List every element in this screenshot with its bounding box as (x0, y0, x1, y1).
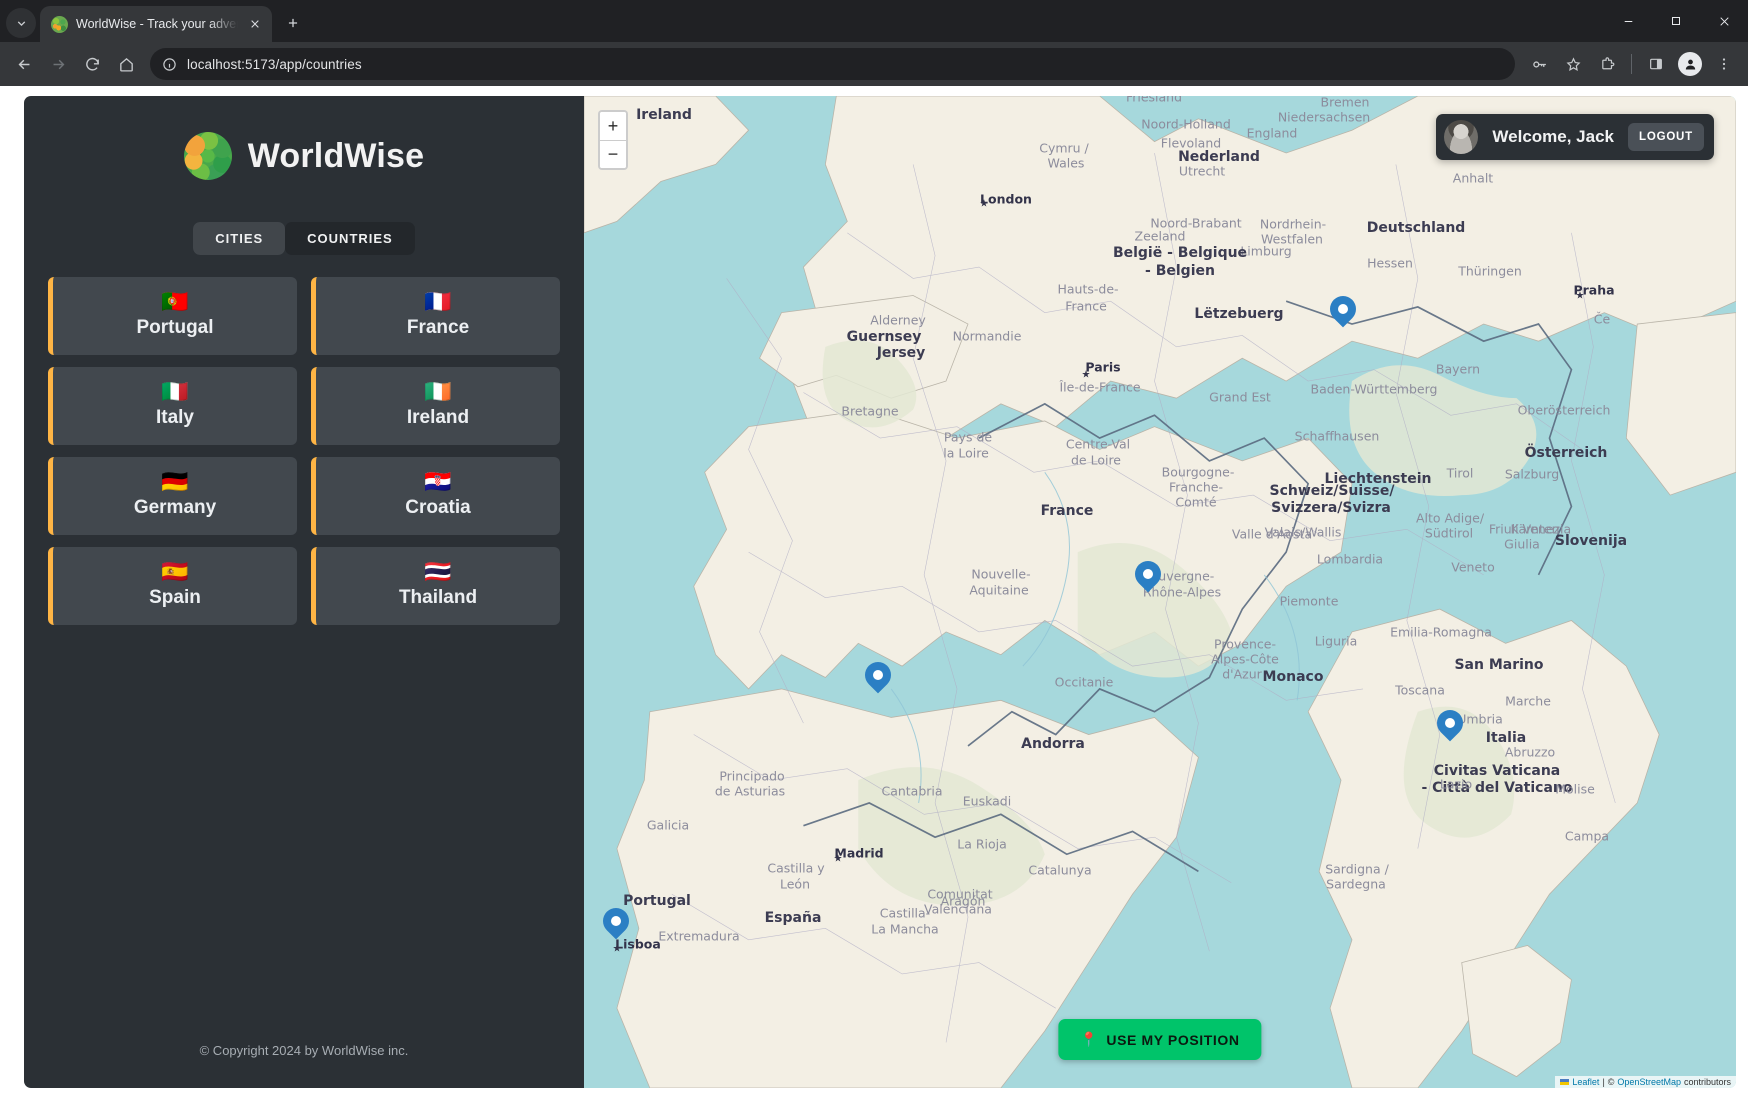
worldwise-app: WorldWise CITIES COUNTRIES 🇵🇹 Portugal 🇫🇷 F… (0, 86, 1748, 1100)
city-star-icon: ★ (1575, 290, 1585, 302)
sidebar-nav-tabs: CITIES COUNTRIES (24, 222, 584, 255)
country-flag-icon: 🇭🇷 (424, 469, 452, 494)
profile-avatar-icon[interactable] (1674, 48, 1706, 80)
openstreetmap-link[interactable]: OpenStreetMap (1617, 1077, 1681, 1087)
attribution-osm-suffix: contributors (1683, 1077, 1731, 1087)
worldwise-globe-logo (183, 132, 232, 180)
puzzle-icon[interactable] (1591, 48, 1623, 80)
marker-spain[interactable] (859, 656, 897, 700)
country-item[interactable]: 🇮🇪 Ireland (311, 367, 560, 445)
country-flag-icon: 🇪🇸 (161, 559, 189, 584)
use-my-position-label: USE MY POSITION (1106, 1031, 1240, 1048)
country-name: France (406, 317, 470, 338)
country-name: Portugal (136, 317, 214, 338)
toolbar-divider (1631, 54, 1632, 74)
back-arrow-icon[interactable] (8, 48, 40, 80)
app-logo[interactable]: WorldWise (24, 132, 584, 180)
country-flag-icon: 🇹🇭 (424, 559, 452, 584)
tab-search-icon[interactable] (6, 8, 36, 38)
country-item[interactable]: 🇭🇷 Croatia (311, 457, 560, 535)
country-flag-icon: 🇩🇪 (161, 469, 189, 494)
country-name: Croatia (405, 497, 471, 518)
sidebar: WorldWise CITIES COUNTRIES 🇵🇹 Portugal 🇫🇷 F… (24, 96, 584, 1088)
info-circle-icon[interactable] (162, 57, 177, 72)
maximize-icon[interactable] (1652, 0, 1700, 42)
map-pin-dot (873, 670, 883, 680)
leaflet-link[interactable]: Leaflet (1572, 1077, 1599, 1087)
marker-germany[interactable] (1324, 290, 1362, 334)
map-attribution: Leaflet | © OpenStreetMap contributors (1555, 1076, 1736, 1088)
country-name: Spain (149, 587, 201, 608)
marker-portugal[interactable] (597, 902, 635, 946)
reload-icon[interactable] (76, 48, 108, 80)
country-name: Ireland (406, 407, 470, 428)
attribution-separator: | (1602, 1077, 1605, 1087)
country-item[interactable]: 🇹🇭 Thailand (311, 547, 560, 625)
country-item[interactable]: 🇮🇹 Italy (48, 367, 297, 445)
use-my-position-button[interactable]: 📍 USE MY POSITION (1058, 1019, 1262, 1060)
country-item[interactable]: 🇫🇷 France (311, 277, 560, 355)
app-title: WorldWise (247, 136, 425, 175)
tab-title: WorldWise - Track your adventu (76, 17, 238, 31)
address-bar[interactable]: localhost:5173/app/countries (150, 48, 1515, 80)
tab-countries[interactable]: COUNTRIES (285, 222, 415, 255)
footer-copyright: © Copyright 2024 by WorldWise inc. (199, 1043, 409, 1058)
browser-titlebar: WorldWise - Track your adventu (0, 0, 1748, 42)
marker-italy[interactable] (1431, 704, 1469, 748)
map-pin-dot (1338, 304, 1348, 314)
home-icon[interactable] (110, 48, 142, 80)
country-flag-icon: 🇮🇪 (424, 379, 452, 404)
zoom-out-button[interactable]: − (600, 140, 626, 168)
location-pin-icon: 📍 (1080, 1031, 1099, 1047)
browser-toolbar: localhost:5173/app/countries (0, 42, 1748, 86)
city-star-icon: ★ (979, 198, 989, 210)
city-star-icon: ★ (1081, 369, 1091, 381)
country-name: Thailand (398, 587, 478, 608)
star-icon[interactable] (1557, 48, 1589, 80)
key-icon[interactable] (1523, 48, 1555, 80)
country-name: Italy (155, 407, 195, 428)
new-tab-button[interactable] (278, 8, 308, 38)
user-panel: Welcome, Jack LOGOUT (1436, 114, 1714, 160)
country-flag-icon: 🇫🇷 (424, 289, 452, 314)
browser-tab[interactable]: WorldWise - Track your adventu (40, 6, 272, 42)
minimize-icon[interactable] (1604, 0, 1652, 42)
page-viewport: WorldWise CITIES COUNTRIES 🇵🇹 Portugal 🇫🇷 F… (0, 86, 1748, 1100)
zoom-in-button[interactable]: + (600, 112, 626, 140)
country-item[interactable]: 🇪🇸 Spain (48, 547, 297, 625)
map-zoom-controls: + − (598, 110, 628, 170)
logout-button[interactable]: LOGOUT (1628, 123, 1704, 151)
url-text: localhost:5173/app/countries (187, 56, 362, 72)
tab-cities[interactable]: CITIES (193, 222, 286, 255)
country-list: 🇵🇹 Portugal 🇫🇷 France 🇮🇹 Italy 🇮🇪 Ireland 🇩🇪 Germ… (24, 277, 584, 625)
city-star-icon: ★ (833, 853, 843, 865)
welcome-message: Welcome, Jack (1492, 127, 1614, 146)
country-flag-icon: 🇮🇹 (161, 379, 189, 404)
leaflet-flag-icon (1560, 1079, 1570, 1085)
marker-france[interactable] (1129, 555, 1167, 599)
country-item[interactable]: 🇩🇪 Germany (48, 457, 297, 535)
map-pin-dot (611, 916, 621, 926)
window-controls (1604, 0, 1748, 42)
map-pin-dot (1143, 569, 1153, 579)
side-panel-icon[interactable] (1640, 48, 1672, 80)
worldwise-globe-icon (51, 15, 68, 33)
close-icon[interactable] (1700, 0, 1748, 42)
country-flag-icon: 🇵🇹 (161, 289, 189, 314)
map-container[interactable]: Ireland Friesland Bremen Noord-Holland Flevo… (584, 96, 1736, 1088)
browser-window: WorldWise - Track your adventu localhost… (0, 0, 1748, 1100)
attribution-osm-prefix: © (1607, 1077, 1615, 1087)
close-icon[interactable] (246, 15, 264, 33)
user-avatar (1444, 120, 1479, 154)
forward-arrow-icon[interactable] (42, 48, 74, 80)
map-pin-dot (1445, 718, 1455, 728)
country-name: Germany (133, 497, 217, 518)
three-dot-menu-icon[interactable] (1708, 48, 1740, 80)
country-item[interactable]: 🇵🇹 Portugal (48, 277, 297, 355)
